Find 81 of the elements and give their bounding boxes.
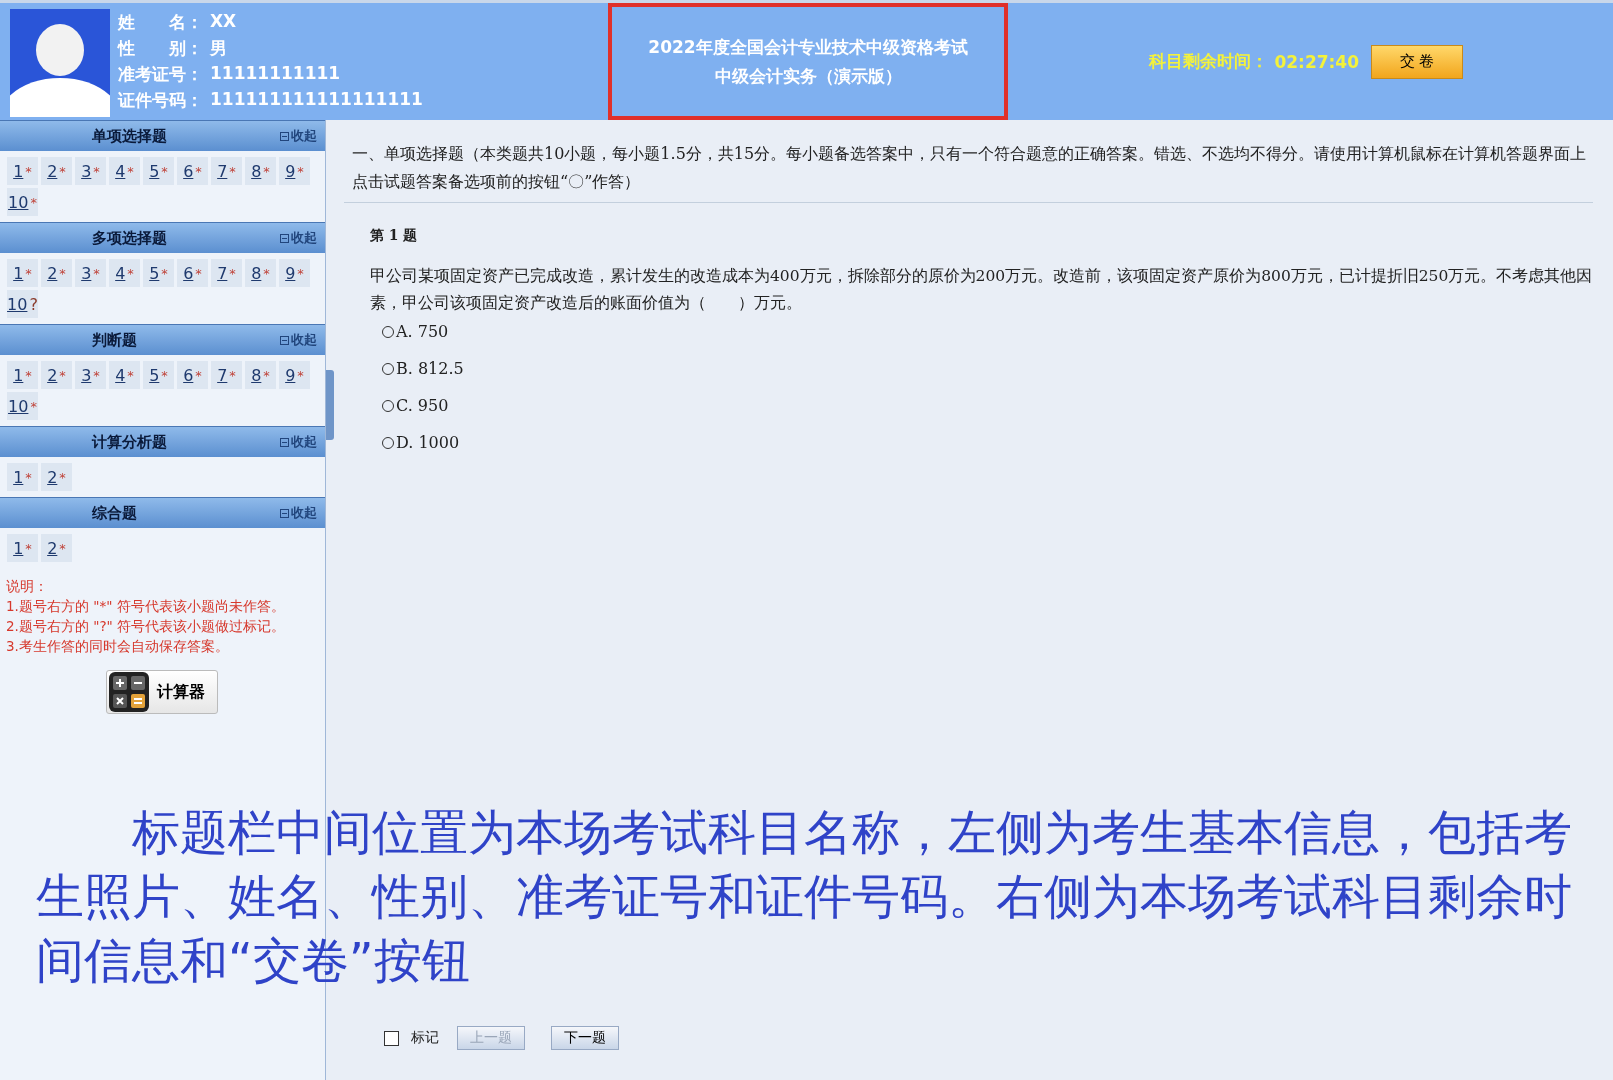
- answer-option[interactable]: C. 950: [382, 396, 1593, 415]
- collapse-button[interactable]: 收起: [280, 504, 317, 522]
- question-link[interactable]: 7*: [211, 157, 242, 185]
- question-link[interactable]: 4*: [109, 157, 140, 185]
- question-link[interactable]: 5*: [143, 259, 174, 287]
- question-link[interactable]: 1*: [7, 259, 38, 287]
- note-text: 说明：: [6, 577, 49, 596]
- info-value: 111111111111111111: [210, 89, 423, 111]
- instructions-text: 一、单项选择题（本类题共10小题，每小题1.5分，共15分。每小题备选答案中，只有一个符合题意的正确答案。错选、不选均不得分。请使用计算机鼠标在计算机答题界面上点击试题答案备选项前的按钮“〇”作答）: [344, 140, 1593, 203]
- question-link[interactable]: 3*: [75, 157, 106, 185]
- answer-option[interactable]: A. 750: [382, 322, 1593, 341]
- section-title: 单项选择题: [92, 126, 167, 146]
- question-link[interactable]: 1*: [7, 534, 38, 562]
- question-link[interactable]: 8*: [245, 361, 276, 389]
- question-link[interactable]: 8*: [245, 259, 276, 287]
- question-link[interactable]: 6*: [177, 361, 208, 389]
- minus-box-icon: [280, 335, 289, 345]
- question-text: 甲公司某项固定资产已完成改造，累计发生的改造成本为400万元，拆除部分的原价为200万元。改造前，该项固定资产原价为800万元，已计提折旧250万元。不考虑其他因素，甲公司该项固定资产改造后的账面价值为（ ）万元。: [370, 266, 1593, 314]
- collapse-button[interactable]: 收起: [280, 229, 317, 247]
- question-link[interactable]: 6*: [177, 157, 208, 185]
- question-link[interactable]: 1*: [7, 361, 38, 389]
- question-link[interactable]: 10*: [7, 392, 38, 420]
- timer-label: 科目剩余时间：: [1149, 50, 1269, 73]
- info-label: 准考证号：: [118, 63, 204, 86]
- question-link[interactable]: 10?: [7, 290, 38, 318]
- answer-option[interactable]: D. 1000: [382, 433, 1593, 452]
- question-link[interactable]: 2*: [41, 534, 72, 562]
- question-link[interactable]: 9*: [279, 157, 310, 185]
- minus-box-icon: [280, 233, 289, 243]
- exam-title: 中级会计实务（演示版）: [714, 64, 902, 88]
- info-label: 证件号码：: [118, 89, 204, 112]
- question-link[interactable]: 2*: [41, 361, 72, 389]
- submit-button[interactable]: 交 卷: [1371, 44, 1463, 79]
- question-link[interactable]: 10*: [7, 188, 38, 216]
- question-link[interactable]: 9*: [279, 259, 310, 287]
- question-link[interactable]: 3*: [75, 361, 106, 389]
- question-link[interactable]: 8*: [245, 157, 276, 185]
- question-link[interactable]: 2*: [41, 463, 72, 491]
- question-link[interactable]: 5*: [143, 361, 174, 389]
- question-link[interactable]: 7*: [211, 259, 242, 287]
- collapse-button[interactable]: 收起: [280, 433, 317, 451]
- timer-value: 02:27:40: [1274, 51, 1359, 72]
- question-link[interactable]: 1*: [7, 157, 38, 185]
- section-title: 综合题: [92, 503, 137, 523]
- note-text: 1.题号右方的 "*" 符号代表该小题尚未作答。: [6, 597, 286, 616]
- exam-title: 2022年度全国会计专业技术中级资格考试: [648, 35, 968, 59]
- info-label: 姓 名：: [118, 11, 204, 34]
- question-link[interactable]: 4*: [109, 259, 140, 287]
- info-value: XX: [210, 11, 237, 33]
- question-link[interactable]: 9*: [279, 361, 310, 389]
- section-title: 计算分析题: [92, 432, 167, 452]
- note-text: 3.考生作答的同时会自动保存答案。: [6, 637, 230, 656]
- minus-box-icon: [280, 131, 289, 141]
- splitter-handle[interactable]: [326, 370, 334, 440]
- question-link[interactable]: 3*: [75, 259, 106, 287]
- question-link[interactable]: 1*: [7, 463, 38, 491]
- info-value: 11111111111: [210, 63, 341, 85]
- mark-checkbox[interactable]: [384, 1030, 399, 1046]
- question-link[interactable]: 2*: [41, 259, 72, 287]
- question-link[interactable]: 4*: [109, 361, 140, 389]
- question-number: 第 1 题: [370, 227, 419, 245]
- question-link[interactable]: 6*: [177, 259, 208, 287]
- candidate-photo-icon: [10, 9, 110, 118]
- section-title: 判断题: [92, 330, 137, 350]
- calculator-button[interactable]: 计算器: [106, 670, 218, 714]
- collapse-button[interactable]: 收起: [280, 127, 317, 145]
- mark-label: 标记: [411, 1029, 439, 1047]
- question-link[interactable]: 2*: [41, 157, 72, 185]
- info-value: 男: [210, 37, 227, 60]
- nav-button[interactable]: 下一题: [551, 1026, 619, 1050]
- note-text: 2.题号右方的 "?" 符号代表该小题做过标记。: [6, 617, 287, 636]
- minus-box-icon: [280, 508, 289, 518]
- info-label: 性 别：: [118, 37, 204, 60]
- question-link[interactable]: 7*: [211, 361, 242, 389]
- question-link[interactable]: 5*: [143, 157, 174, 185]
- section-title: 多项选择题: [92, 228, 167, 248]
- annotation-caption: 标题栏中间位置为本场考试科目名称，左侧为考生基本信息，包括考生照片、姓名、性别、准考证号和证件号码。右侧为本场考试科目剩余时间信息和“交卷”按钮: [36, 803, 1573, 990]
- minus-box-icon: [280, 437, 289, 447]
- calculator-icon: [109, 672, 149, 712]
- collapse-button[interactable]: 收起: [280, 331, 317, 349]
- answer-option[interactable]: B. 812.5: [382, 359, 1593, 378]
